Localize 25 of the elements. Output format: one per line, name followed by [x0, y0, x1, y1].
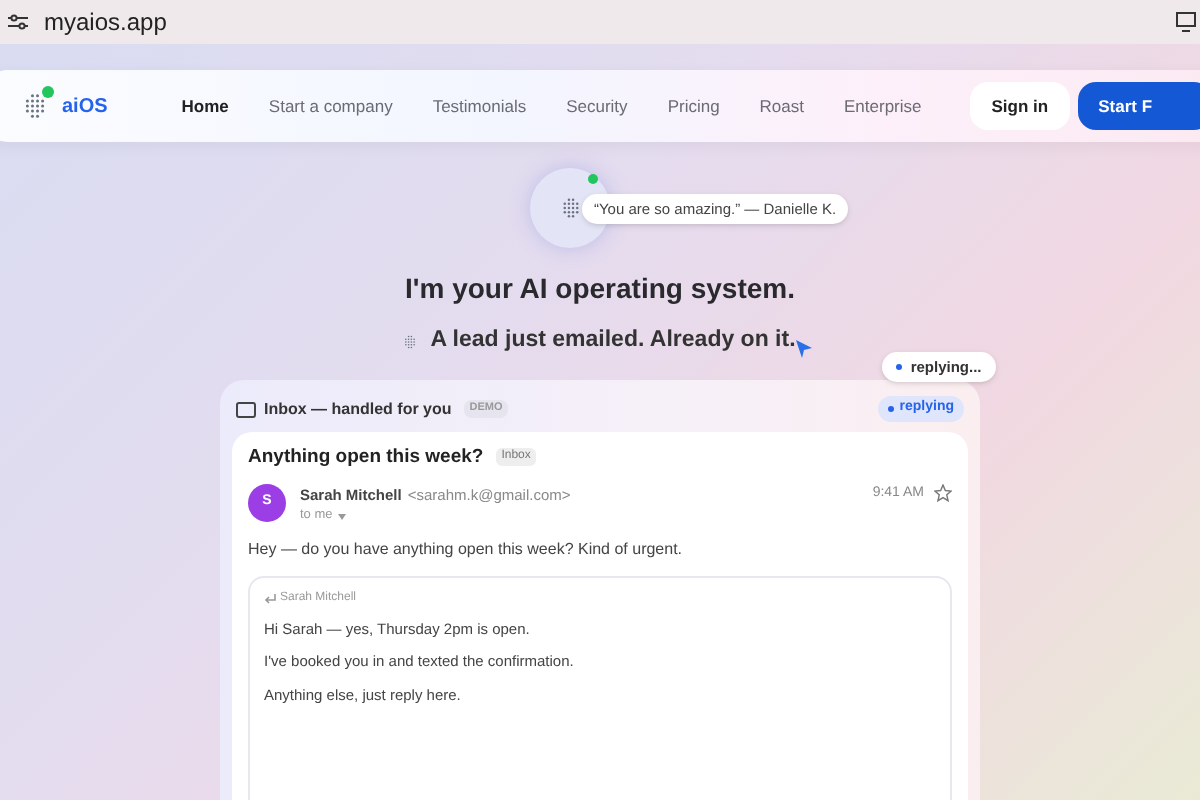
- url-text[interactable]: myaios.app: [44, 4, 167, 40]
- nav-link[interactable]: Enterprise: [844, 93, 922, 119]
- hero-title: I'm your AI operating system.: [405, 270, 795, 308]
- start-button[interactable]: Start F: [1078, 82, 1200, 130]
- brand-name[interactable]: aiOS: [62, 91, 108, 121]
- inbox-icon: [236, 401, 256, 417]
- monitor-icon[interactable]: [1176, 12, 1196, 32]
- logo-icon: [24, 92, 46, 120]
- cursor-icon: [795, 340, 812, 358]
- sign-in-button[interactable]: Sign in: [969, 82, 1071, 130]
- nav-link[interactable]: Roast: [759, 93, 805, 119]
- star-icon[interactable]: [934, 484, 952, 502]
- reply-icon: [264, 594, 276, 604]
- site-settings-icon[interactable]: [8, 12, 28, 32]
- inbox-title: Inbox — handled for you: [264, 397, 452, 421]
- nav-link[interactable]: Pricing: [667, 93, 720, 119]
- nav-link[interactable]: Testimonials: [432, 93, 527, 119]
- nav-link[interactable]: Security: [566, 93, 628, 119]
- email-body: Hey — do you have anything open this week? Kind of urgent.: [248, 538, 685, 562]
- caret-icon[interactable]: [338, 513, 347, 520]
- nav-link[interactable]: Home: [181, 93, 229, 119]
- hero-subtitle: A lead just emailed. Already on it.: [430, 326, 796, 356]
- assistant-logo-icon: [561, 196, 579, 220]
- nav-link[interactable]: Start a company: [268, 93, 393, 119]
- email-subject: Anything open this week?: [248, 443, 484, 472]
